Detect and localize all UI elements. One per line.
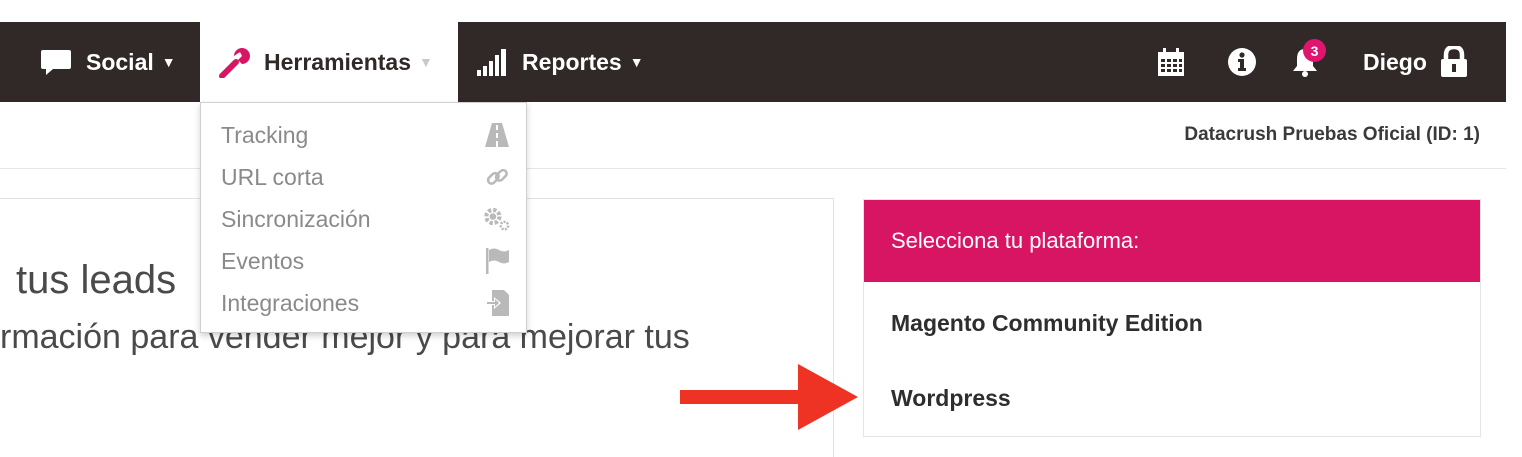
dropdown-item-label: Sincronización [221,205,371,232]
platform-panel-title: Selecciona tu plataforma: [891,228,1140,253]
nav-reportes-label: Reportes [522,48,622,75]
platform-option-magento[interactable]: Magento Community Edition [891,310,1203,337]
top-navbar: Social ▼ Herramientas ▼ Reportes ▼ 3 Die… [0,22,1506,102]
account-label: Datacrush Pruebas Oficial (ID: 1) [1184,124,1480,145]
bell-icon: 3 [1291,39,1326,77]
platform-option-wordpress[interactable]: Wordpress [891,385,1011,412]
calendar-button[interactable] [1157,22,1185,102]
dropdown-item-sincronizacion[interactable]: Sincronización [221,199,511,239]
link-icon [483,164,511,190]
road-icon [483,121,511,149]
nav-social[interactable]: Social ▼ [40,22,176,102]
dropdown-item-label: Tracking [221,121,309,148]
chevron-down-icon: ▼ [161,54,176,70]
chevron-down-icon: ▼ [629,54,644,70]
user-name: Diego [1363,48,1427,75]
bar-chart-icon [476,48,510,76]
nav-social-label: Social [86,48,154,75]
user-menu[interactable]: Diego [1363,22,1469,102]
flag-icon [483,247,511,275]
nav-reportes[interactable]: Reportes ▼ [476,22,644,102]
notifications-button[interactable]: 3 [1291,22,1326,102]
lock-icon [1439,46,1469,78]
notification-count-badge: 3 [1303,39,1326,62]
nav-herramientas-label: Herramientas [264,48,412,75]
dropdown-item-label: Eventos [221,247,305,274]
platform-panel-header: Selecciona tu plataforma: [864,200,1480,282]
chevron-down-icon: ▼ [419,54,433,70]
dropdown-item-label: URL corta [221,163,324,190]
sign-in-icon [483,289,511,317]
herramientas-dropdown: Tracking URL corta Sincronización Evento… [200,102,527,333]
hero-title: tus leads [16,258,177,302]
calendar-icon [1157,47,1185,77]
dropdown-item-eventos[interactable]: Eventos [221,241,511,281]
wrench-icon [218,46,250,78]
info-button[interactable] [1227,22,1257,102]
pointer-arrow-icon [680,364,858,430]
cogs-icon [483,204,511,234]
info-icon [1227,47,1257,77]
comment-icon [40,48,72,76]
dropdown-item-url-corta[interactable]: URL corta [221,157,511,197]
dropdown-item-tracking[interactable]: Tracking [221,115,511,155]
nav-herramientas[interactable]: Herramientas ▼ [200,22,458,102]
dropdown-item-integraciones[interactable]: Integraciones [221,283,511,323]
dropdown-item-label: Integraciones [221,289,360,316]
platform-panel: Selecciona tu plataforma: Magento Commun… [863,199,1481,437]
